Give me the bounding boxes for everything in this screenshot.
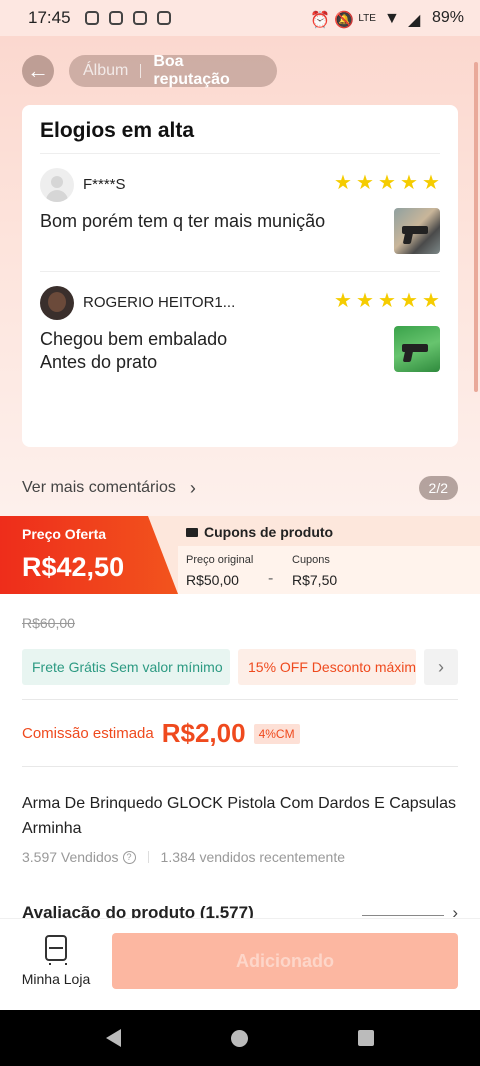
more-comments-link[interactable]: Ver mais comentários › 2/2 [22,475,458,501]
notification-icon [84,11,99,25]
star-icon: ★ [378,172,396,194]
notification-icon [132,11,147,25]
discount-chip[interactable]: 15% OFF Desconto máximo [238,649,416,685]
star-icon: ★ [422,290,440,312]
commission-tag: 4%CM [253,723,300,744]
back-button[interactable]: ← [22,55,54,87]
nav-back-icon[interactable] [106,1029,121,1047]
star-rating: ★ ★ ★ ★ ★ [334,290,440,312]
avatar [40,286,74,320]
star-icon: ★ [356,172,374,194]
notification-icon [108,11,123,25]
chevron-right-icon: › [189,477,196,498]
status-bar: 17:45 ⏰ 🔕 LTE ▼ ◢ 89% [0,0,480,36]
review-username: ROGERIO HEITOR1... [83,294,236,311]
product-title: Arma De Brinquedo GLOCK Pistola Com Dard… [22,795,456,837]
tab-reputation[interactable]: Boa reputação [153,53,263,89]
coupons-title-label: Cupons de produto [204,524,334,540]
status-time: 17:45 [28,8,71,27]
ticket-icon [186,527,198,537]
offer-price: R$42,50 [22,552,125,582]
original-price-col: Preço original R$50,00 [186,554,253,588]
star-icon: ★ [400,290,418,312]
network-label: LTE [358,12,376,24]
review-photo[interactable] [394,326,440,372]
promo-chips: Frete Grátis Sem valor mínimo 15% OFF De… [22,649,458,685]
signal-icon: ◢ [407,12,421,29]
divider [22,699,458,700]
review-text: Chegou bem embalado Antes do prato [40,329,228,372]
sold-total: 3.597 Vendidos [22,849,119,865]
bottom-action-bar: Minha Loja Adicionado [0,918,480,1010]
my-shop-button[interactable]: Minha Loja [20,935,92,987]
notification-icons [84,11,171,25]
nav-home-icon[interactable] [231,1029,248,1047]
commission-label: Comissão estimada [22,725,154,742]
wifi-icon: ▼ [383,10,400,27]
star-icon: ★ [378,290,396,312]
system-indicators: ⏰ 🔕 LTE ▼ ◢ 89% [310,9,464,29]
coupons-title: Cupons de produto [186,524,333,540]
tab-album[interactable]: Álbum [83,62,128,80]
more-comments-label: Ver mais comentários [22,479,176,496]
sales-row: 3.597 Vendidos ? 1.384 vendidos recentem… [22,849,345,865]
page-indicator: 2/2 [418,476,458,500]
coupons-value: R$7,50 [292,572,338,588]
divider [362,915,444,916]
review-username: F****S [83,176,126,193]
shop-icon [45,935,67,965]
reviews-card-title: Elogios em alta [40,119,195,142]
offer-price-block: Preço Oferta R$42,50 [0,516,178,594]
reviews-card: Elogios em alta F****S ★ ★ ★ ★ ★ Bom por… [22,105,458,447]
coupons-col: Cupons R$7,50 [292,554,337,588]
star-icon: ★ [356,290,374,312]
battery-level: 89% [431,9,464,26]
separator [147,851,149,863]
coupons-label: Cupons [292,554,330,566]
free-shipping-chip[interactable]: Frete Grátis Sem valor mínimo [22,649,230,685]
my-shop-label: Minha Loja [21,971,91,987]
help-icon[interactable]: ? [122,850,136,864]
scroll-indicator [474,62,478,392]
star-rating: ★ ★ ★ ★ ★ [334,172,440,194]
system-nav-bar [0,1010,480,1066]
review-text: Bom porém tem q ter mais munição [40,211,326,231]
review-item: F****S ★ ★ ★ ★ ★ Bom porém tem q ter mai… [40,154,440,271]
chevron-right-icon: › [438,656,444,677]
offer-label: Preço Oferta [22,526,107,542]
added-button[interactable]: Adicionado [112,933,458,989]
star-icon: ★ [400,172,418,194]
tab-separator [140,64,142,78]
arrow-left-icon: ← [27,58,49,83]
review-photo[interactable] [394,208,440,254]
coupon-breakdown: Preço original R$50,00 - Cupons R$7,50 [178,546,480,594]
star-icon: ★ [422,172,440,194]
promo-more-button[interactable]: › [424,649,458,685]
notification-icon [156,11,171,25]
media-tabs: Álbum Boa reputação [69,53,277,89]
old-price: R$60,00 [22,615,75,631]
nav-recents-icon[interactable] [358,1030,374,1046]
commission-row: Comissão estimada R$2,00 4%CM [22,718,300,749]
commission-value: R$2,00 [161,718,246,748]
review-item: ROGERIO HEITOR1... ★ ★ ★ ★ ★ Chegou bem … [40,271,440,388]
price-banner: Preço Oferta R$42,50 Cupons de produto P… [0,516,480,594]
alarm-icon: ⏰ [310,12,331,29]
star-icon: ★ [334,172,352,194]
original-price-label: Preço original [186,554,254,566]
original-price-value: R$50,00 [186,572,239,588]
minus-sign: - [268,570,274,587]
avatar [40,168,74,202]
sold-recent: 1.384 vendidos recentemente [160,849,345,865]
coupon-block[interactable]: Cupons de produto Preço original R$50,00… [178,516,480,594]
divider [22,766,458,767]
star-icon: ★ [334,290,352,312]
mute-icon: 🔕 [334,12,355,29]
